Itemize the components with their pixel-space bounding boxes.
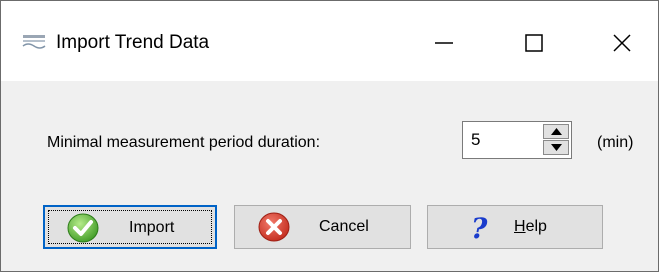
red-x-icon <box>258 212 290 247</box>
cancel-button[interactable]: Cancel <box>234 205 411 249</box>
spin-buttons <box>543 124 569 156</box>
svg-text:?: ? <box>471 212 488 242</box>
period-unit-label: (min) <box>597 134 634 151</box>
window-title: Import Trend Data <box>56 32 210 53</box>
blue-question-icon: ? <box>468 212 492 247</box>
close-button[interactable] <box>590 17 654 69</box>
triangle-up-icon <box>551 128 562 135</box>
cancel-label: Cancel <box>319 218 369 235</box>
help-button[interactable]: ? Help <box>427 205 603 249</box>
spin-up-button[interactable] <box>543 124 569 139</box>
maximize-button[interactable] <box>502 17 566 69</box>
sentec-logo-icon <box>22 31 46 51</box>
minimize-button[interactable] <box>412 17 476 69</box>
green-check-icon <box>67 213 99 248</box>
period-duration-label: Minimal measurement period duration: <box>47 134 321 151</box>
spin-down-button[interactable] <box>543 140 569 155</box>
close-icon <box>613 34 631 52</box>
period-duration-value[interactable]: 5 <box>471 130 480 150</box>
minimize-icon <box>435 42 453 44</box>
import-label: Import <box>129 219 175 236</box>
triangle-down-icon <box>551 144 562 151</box>
import-button[interactable]: Import <box>43 205 217 249</box>
maximize-icon <box>525 34 543 52</box>
help-label: Help <box>514 218 547 235</box>
period-duration-spinbox[interactable]: 5 <box>462 121 572 159</box>
dialog-body: Minimal measurement period duration: 5 (… <box>1 81 658 271</box>
title-bar[interactable]: Import Trend Data <box>1 1 658 81</box>
import-trend-data-dialog: Import Trend Data Minimal measurement pe… <box>0 0 659 272</box>
